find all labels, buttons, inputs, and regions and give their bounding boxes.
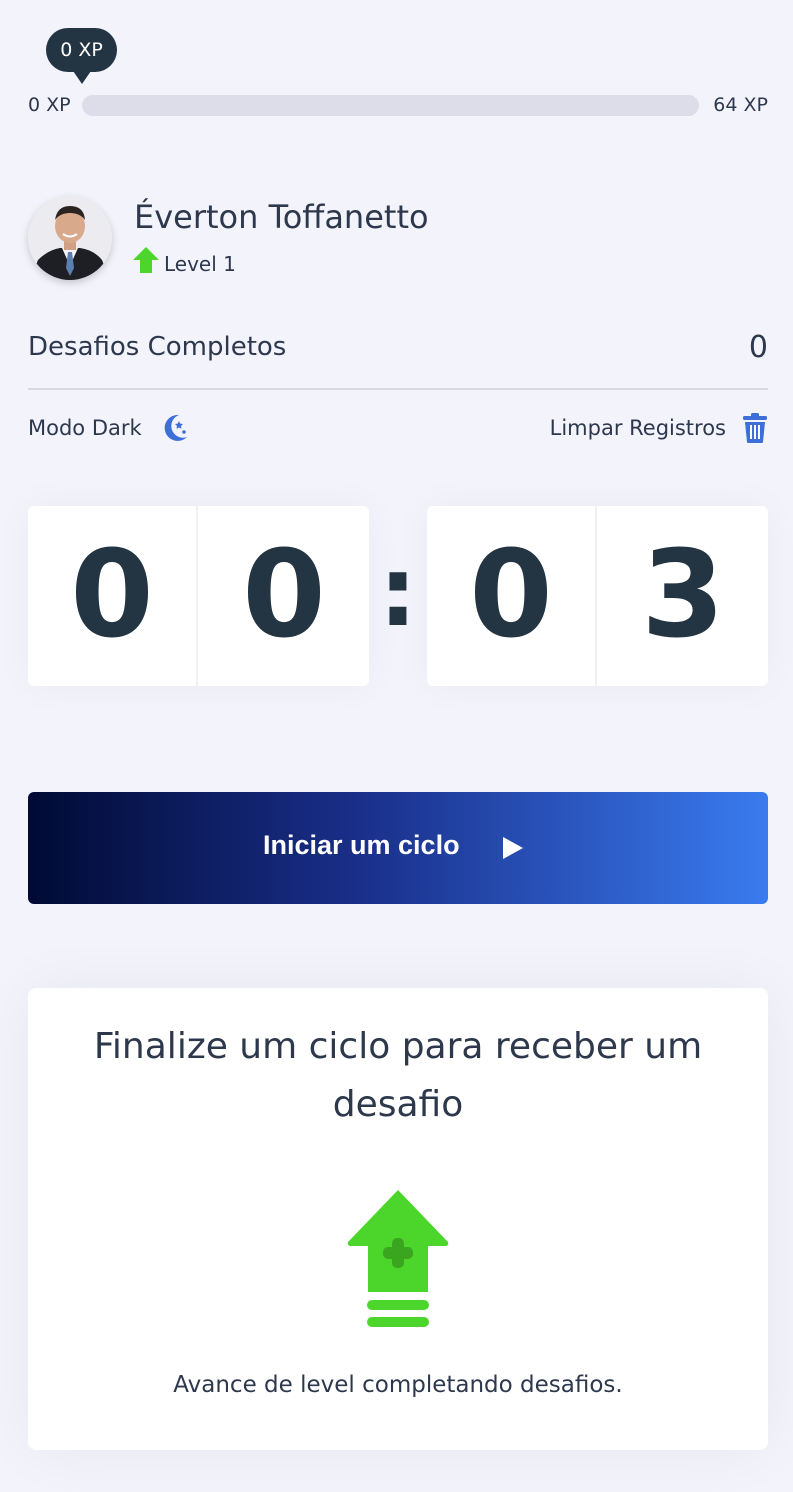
level-up-arrow-icon [133, 247, 159, 273]
current-xp-bubble: 0 XP [46, 28, 117, 72]
clear-records-button[interactable]: Limpar Registros [538, 412, 768, 446]
profile: Éverton Toffanetto Level 1 [28, 196, 768, 282]
minutes-ones-digit: 0 [242, 526, 326, 665]
challenge-card: Finalize um ciclo para receber um desafi… [28, 988, 768, 1450]
level-up-icon [347, 1190, 449, 1327]
current-xp-bubble-tip [71, 68, 93, 84]
completed-challenges: Desafios Completos 0 [28, 328, 768, 390]
xp-min-label: 0 XP [28, 94, 71, 116]
moon-stars-icon [164, 414, 187, 441]
challenge-title: Finalize um ciclo para receber um desafi… [93, 1026, 703, 1125]
clear-records-label: Limpar Registros [549, 416, 726, 440]
start-cycle-button[interactable]: Iniciar um ciclo [28, 792, 768, 904]
xp-track [82, 95, 699, 116]
completed-challenges-label: Desafios Completos [28, 332, 287, 362]
countdown-separator: : [378, 536, 418, 648]
countdown-minutes: 0 0 [28, 506, 369, 686]
challenge-hint: Avance de level completando desafios. [173, 1372, 623, 1398]
avatar [28, 196, 112, 280]
trash-icon [743, 413, 767, 443]
completed-challenges-count: 0 [748, 330, 768, 365]
options-row: Modo Dark Limpar Registros [28, 412, 768, 446]
countdown-seconds: 0 3 [427, 506, 768, 686]
countdown: 0 0 : 0 3 [28, 506, 768, 686]
start-cycle-label: Iniciar um ciclo [263, 830, 460, 860]
experience-bar: 0 XP 64 XP 0 XP [28, 28, 768, 118]
xp-max-label: 64 XP [713, 94, 768, 116]
seconds-tens-digit: 0 [427, 506, 597, 686]
profile-name: Éverton Toffanetto [134, 198, 429, 236]
seconds-ones-digit: 3 [641, 526, 725, 665]
level-label: Level 1 [164, 252, 236, 276]
dark-mode-label: Modo Dark [28, 416, 142, 440]
minutes-tens-digit: 0 [28, 506, 198, 686]
play-icon [503, 837, 523, 859]
